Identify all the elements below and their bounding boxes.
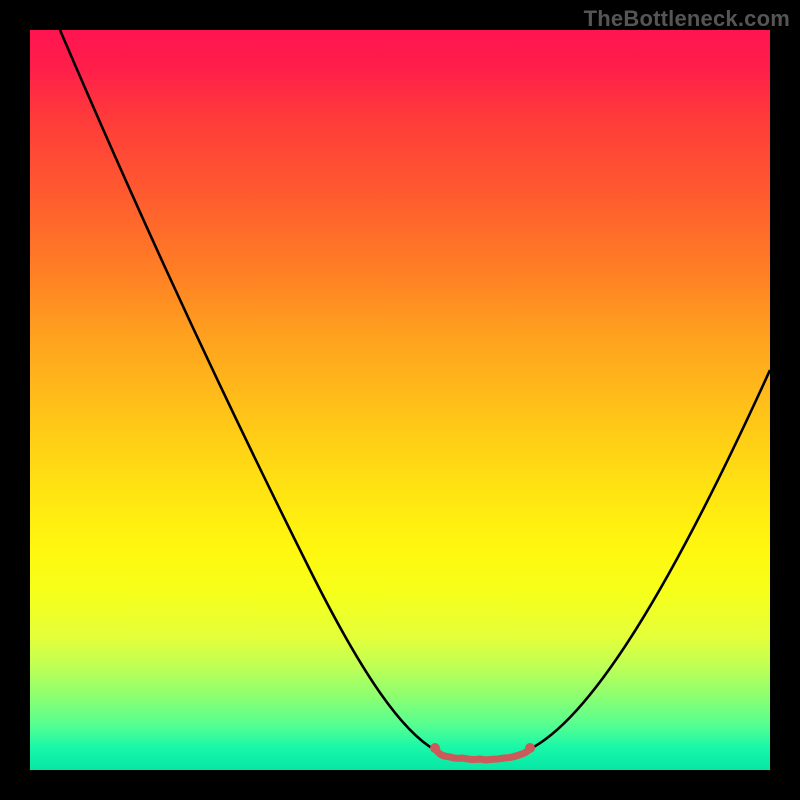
chart-frame: TheBottleneck.com <box>0 0 800 800</box>
flat-marker-dot-left <box>430 743 440 753</box>
plot-area <box>30 30 770 770</box>
curve-layer <box>30 30 770 770</box>
flat-bottom-marker <box>435 748 530 760</box>
flat-marker-dot-right <box>525 743 535 753</box>
watermark-text: TheBottleneck.com <box>584 6 790 32</box>
bottleneck-curve <box>60 30 770 758</box>
